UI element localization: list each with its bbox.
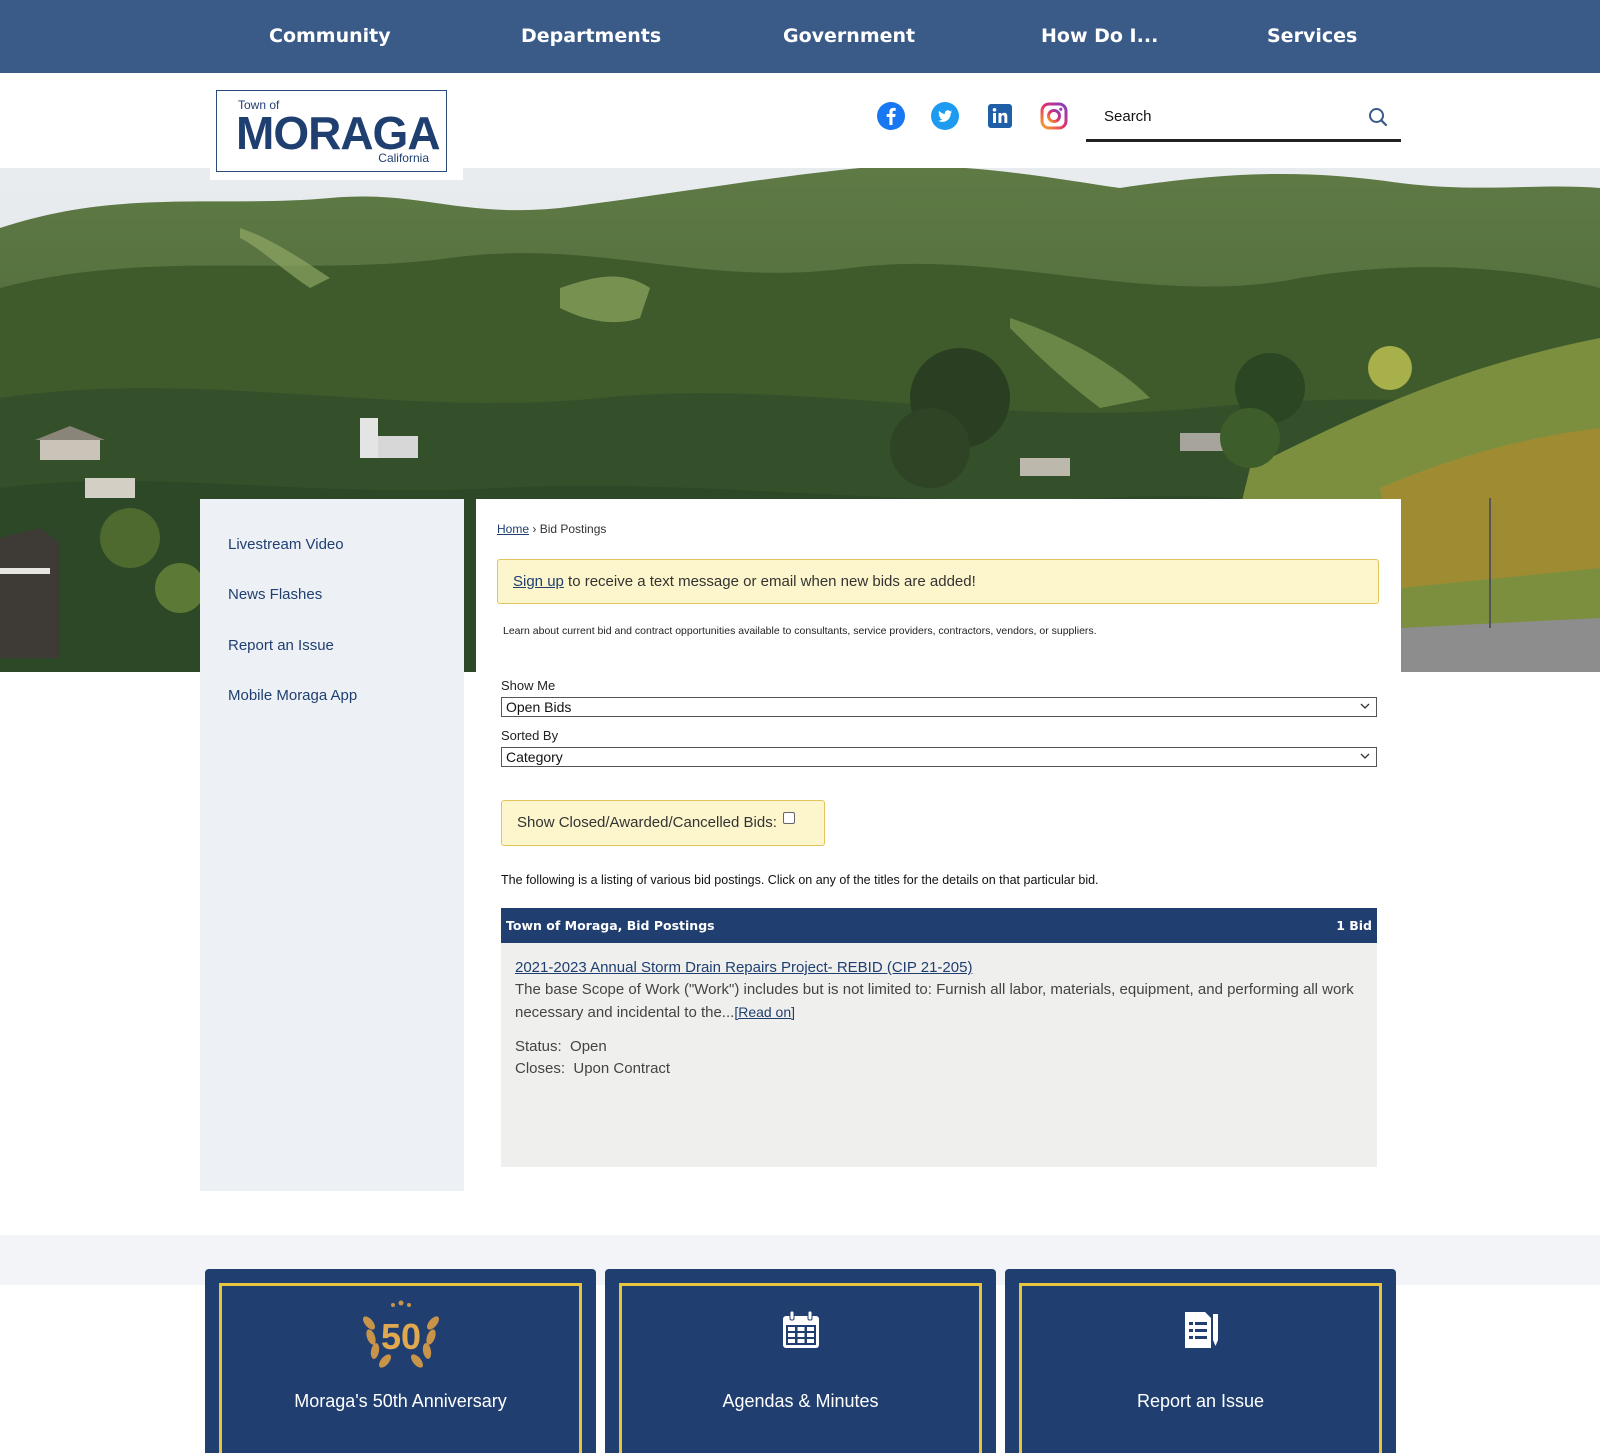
sidebar-item-livestream-video[interactable]: Livestream Video	[228, 536, 344, 553]
listing-description: The following is a listing of various bi…	[501, 873, 1099, 887]
instagram-icon[interactable]	[1039, 101, 1069, 131]
bids-table-header: Town of Moraga, Bid Postings 1 Bid	[501, 908, 1377, 943]
calendar-icon	[782, 1310, 819, 1348]
sidebar-item-news-flashes[interactable]: News Flashes	[228, 586, 322, 603]
show-closed-bids-box: Show Closed/Awarded/Cancelled Bids:	[501, 800, 825, 846]
anniversary-badge-icon: 50	[362, 1300, 439, 1368]
bid-closes-row: Closes: Upon Contract	[515, 1058, 1363, 1080]
bid-list-item: 2021-2023 Annual Storm Drain Repairs Pro…	[501, 943, 1377, 1167]
breadcrumb-separator: ›	[532, 522, 537, 536]
nav-government[interactable]: Government	[783, 0, 915, 73]
bid-meta: Status: Open Closes: Upon Contract	[515, 1036, 1363, 1080]
show-closed-bids-checkbox[interactable]	[783, 812, 796, 824]
tile-label: Moraga's 50th Anniversary	[294, 1391, 507, 1411]
bid-status-row: Status: Open	[515, 1036, 1363, 1058]
linkedin-icon[interactable]	[985, 101, 1015, 131]
signup-alert: Sign up to receive a text message or ema…	[497, 559, 1379, 604]
search-input[interactable]	[1104, 104, 1354, 128]
bid-closes-label: Closes:	[515, 1060, 566, 1077]
bid-description: The base Scope of Work ("Work") includes…	[515, 979, 1363, 1024]
top-navigation: Community Departments Government How Do …	[0, 0, 1600, 73]
read-on-link[interactable]: [Read on]	[734, 1004, 795, 1020]
show-me-value: Open Bids	[506, 699, 572, 715]
main-content: Home › Bid Postings Sign up to receive a…	[476, 499, 1401, 1191]
chevron-down-icon	[1360, 753, 1370, 759]
sorted-by-label: Sorted By	[501, 728, 559, 743]
nav-departments[interactable]: Departments	[521, 0, 661, 73]
nav-community[interactable]: Community	[269, 0, 391, 73]
logo-state-text: California	[378, 151, 429, 165]
tile-label: Agendas & Minutes	[722, 1391, 879, 1411]
sidebar: Livestream Video News Flashes Report an …	[200, 499, 464, 1191]
bids-count: 1 Bid	[1336, 918, 1372, 933]
signup-link[interactable]: Sign up	[513, 573, 564, 590]
tile-label: Report an Issue	[1136, 1391, 1265, 1411]
breadcrumb-current: Bid Postings	[539, 522, 607, 536]
tile-report-an-issue[interactable]: Report an Issue	[1005, 1269, 1396, 1453]
nav-how-do-i[interactable]: How Do I...	[1041, 0, 1158, 73]
bid-closes-value: Upon Contract	[573, 1060, 671, 1077]
sidebar-item-report-an-issue[interactable]: Report an Issue	[228, 637, 334, 654]
intro-text: Learn about current bid and contract opp…	[503, 625, 1097, 637]
search-box	[1086, 96, 1401, 142]
sidebar-item-mobile-moraga-app[interactable]: Mobile Moraga App	[228, 687, 357, 704]
show-me-select[interactable]: Open Bids	[501, 697, 1377, 717]
document-pencil-icon	[1184, 1312, 1218, 1348]
sorted-by-select[interactable]: Category	[501, 747, 1377, 767]
facebook-icon[interactable]	[876, 101, 906, 131]
search-icon[interactable]	[1367, 106, 1389, 128]
signup-alert-text: to receive a text message or email when …	[563, 573, 976, 590]
breadcrumb-home-link[interactable]: Home	[497, 522, 529, 536]
bid-status-value: Open	[570, 1038, 607, 1055]
sorted-by-value: Category	[506, 749, 563, 765]
twitter-icon[interactable]	[930, 101, 960, 131]
bid-status-label: Status:	[515, 1038, 562, 1055]
show-me-label: Show Me	[501, 678, 556, 693]
tile-agendas-minutes[interactable]: Agendas & Minutes	[605, 1269, 996, 1453]
show-closed-bids-label: Show Closed/Awarded/Cancelled Bids:	[517, 814, 777, 831]
bid-description-text: The base Scope of Work ("Work") includes…	[515, 981, 1354, 1021]
tile-50th-anniversary[interactable]: 50 Moraga's 50th Anniversary	[205, 1269, 596, 1453]
nav-services[interactable]: Services	[1267, 0, 1357, 73]
breadcrumb: Home › Bid Postings	[497, 522, 606, 536]
town-logo[interactable]: Town of MORAGA California	[210, 84, 463, 180]
anniversary-badge-number: 50	[380, 1316, 420, 1357]
chevron-down-icon	[1360, 703, 1370, 709]
bids-header-title: Town of Moraga, Bid Postings	[506, 918, 715, 933]
bid-title-link[interactable]: 2021-2023 Annual Storm Drain Repairs Pro…	[515, 957, 972, 979]
